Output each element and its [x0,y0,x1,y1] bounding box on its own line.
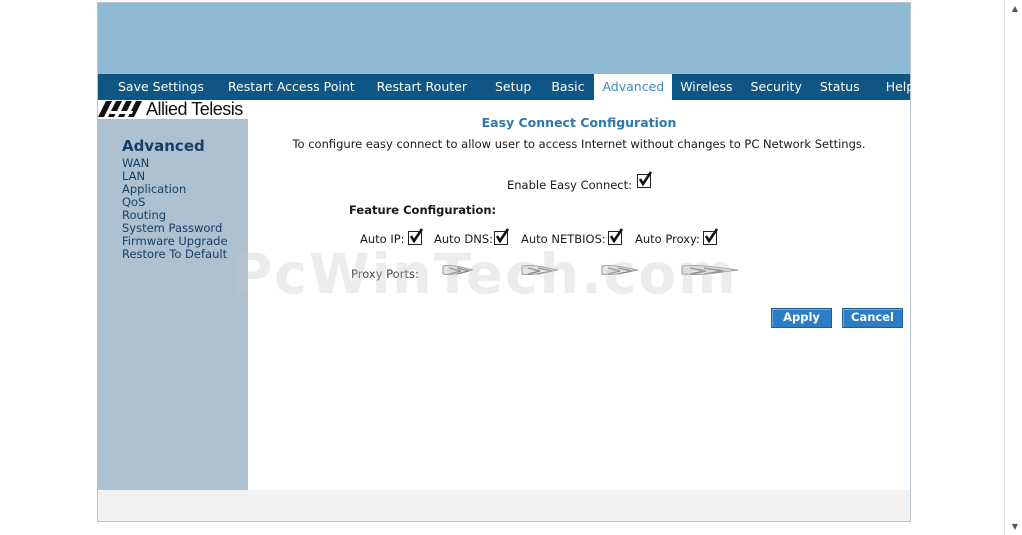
nav-basic[interactable]: Basic [543,74,592,100]
feature-configuration-title: Feature Configuration: [349,203,497,217]
sidebar-item-wan[interactable]: WAN [122,156,149,170]
page-title: Easy Connect Configuration [481,115,677,130]
header-banner [98,3,910,74]
scroll-down-arrow-icon[interactable]: ▼ [1012,522,1018,531]
nav-help[interactable]: Help [878,74,923,100]
nav-setup[interactable]: Setup [487,74,539,100]
sidebar-item-qos[interactable]: QoS [122,195,145,209]
nav-advanced[interactable]: Advanced [594,74,673,100]
enable-easy-connect-checkbox[interactable] [637,171,653,188]
footer-bar [98,490,910,521]
enable-easy-connect-label: Enable Easy Connect: [507,178,633,192]
top-navigation: Save Settings Restart Access Point Resta… [98,74,914,100]
logo-text: Allied Telesis [146,98,243,119]
sidebar-item-routing[interactable]: Routing [122,208,166,222]
scroll-up-arrow-icon[interactable]: ▲ [1012,4,1018,13]
sidebar-item-restore-to-default[interactable]: Restore To Default [122,247,227,261]
sidebar-item-firmware-upgrade[interactable]: Firmware Upgrade [122,234,228,248]
nav-security[interactable]: Security [743,74,810,100]
sidebar-item-lan[interactable]: LAN [122,169,145,183]
page-description: To configure easy connect to allow user … [292,137,866,151]
checkmark-icon [638,171,653,187]
sidebar-item-system-password[interactable]: System Password [122,221,222,235]
sidebar-item-application[interactable]: Application [122,182,186,196]
sidebar-title: Advanced [122,137,205,155]
cancel-button[interactable]: Cancel [842,308,903,328]
nav-status[interactable]: Status [812,74,868,100]
nav-wireless[interactable]: Wireless [672,74,740,100]
allied-telesis-logo: Allied Telesis [98,99,243,119]
nav-restart-router[interactable]: Restart Router [369,74,475,100]
nav-save-settings[interactable]: Save Settings [110,74,212,100]
watermark-text: PcWinTech.com [232,242,738,306]
logo-mark-icon [98,101,142,117]
apply-button[interactable]: Apply [771,308,832,328]
sidebar: Advanced WAN LAN Application QoS Routing… [98,119,248,490]
vertical-scrollbar[interactable]: ▲ ▼ [1004,0,1022,535]
nav-restart-access-point[interactable]: Restart Access Point [220,74,363,100]
